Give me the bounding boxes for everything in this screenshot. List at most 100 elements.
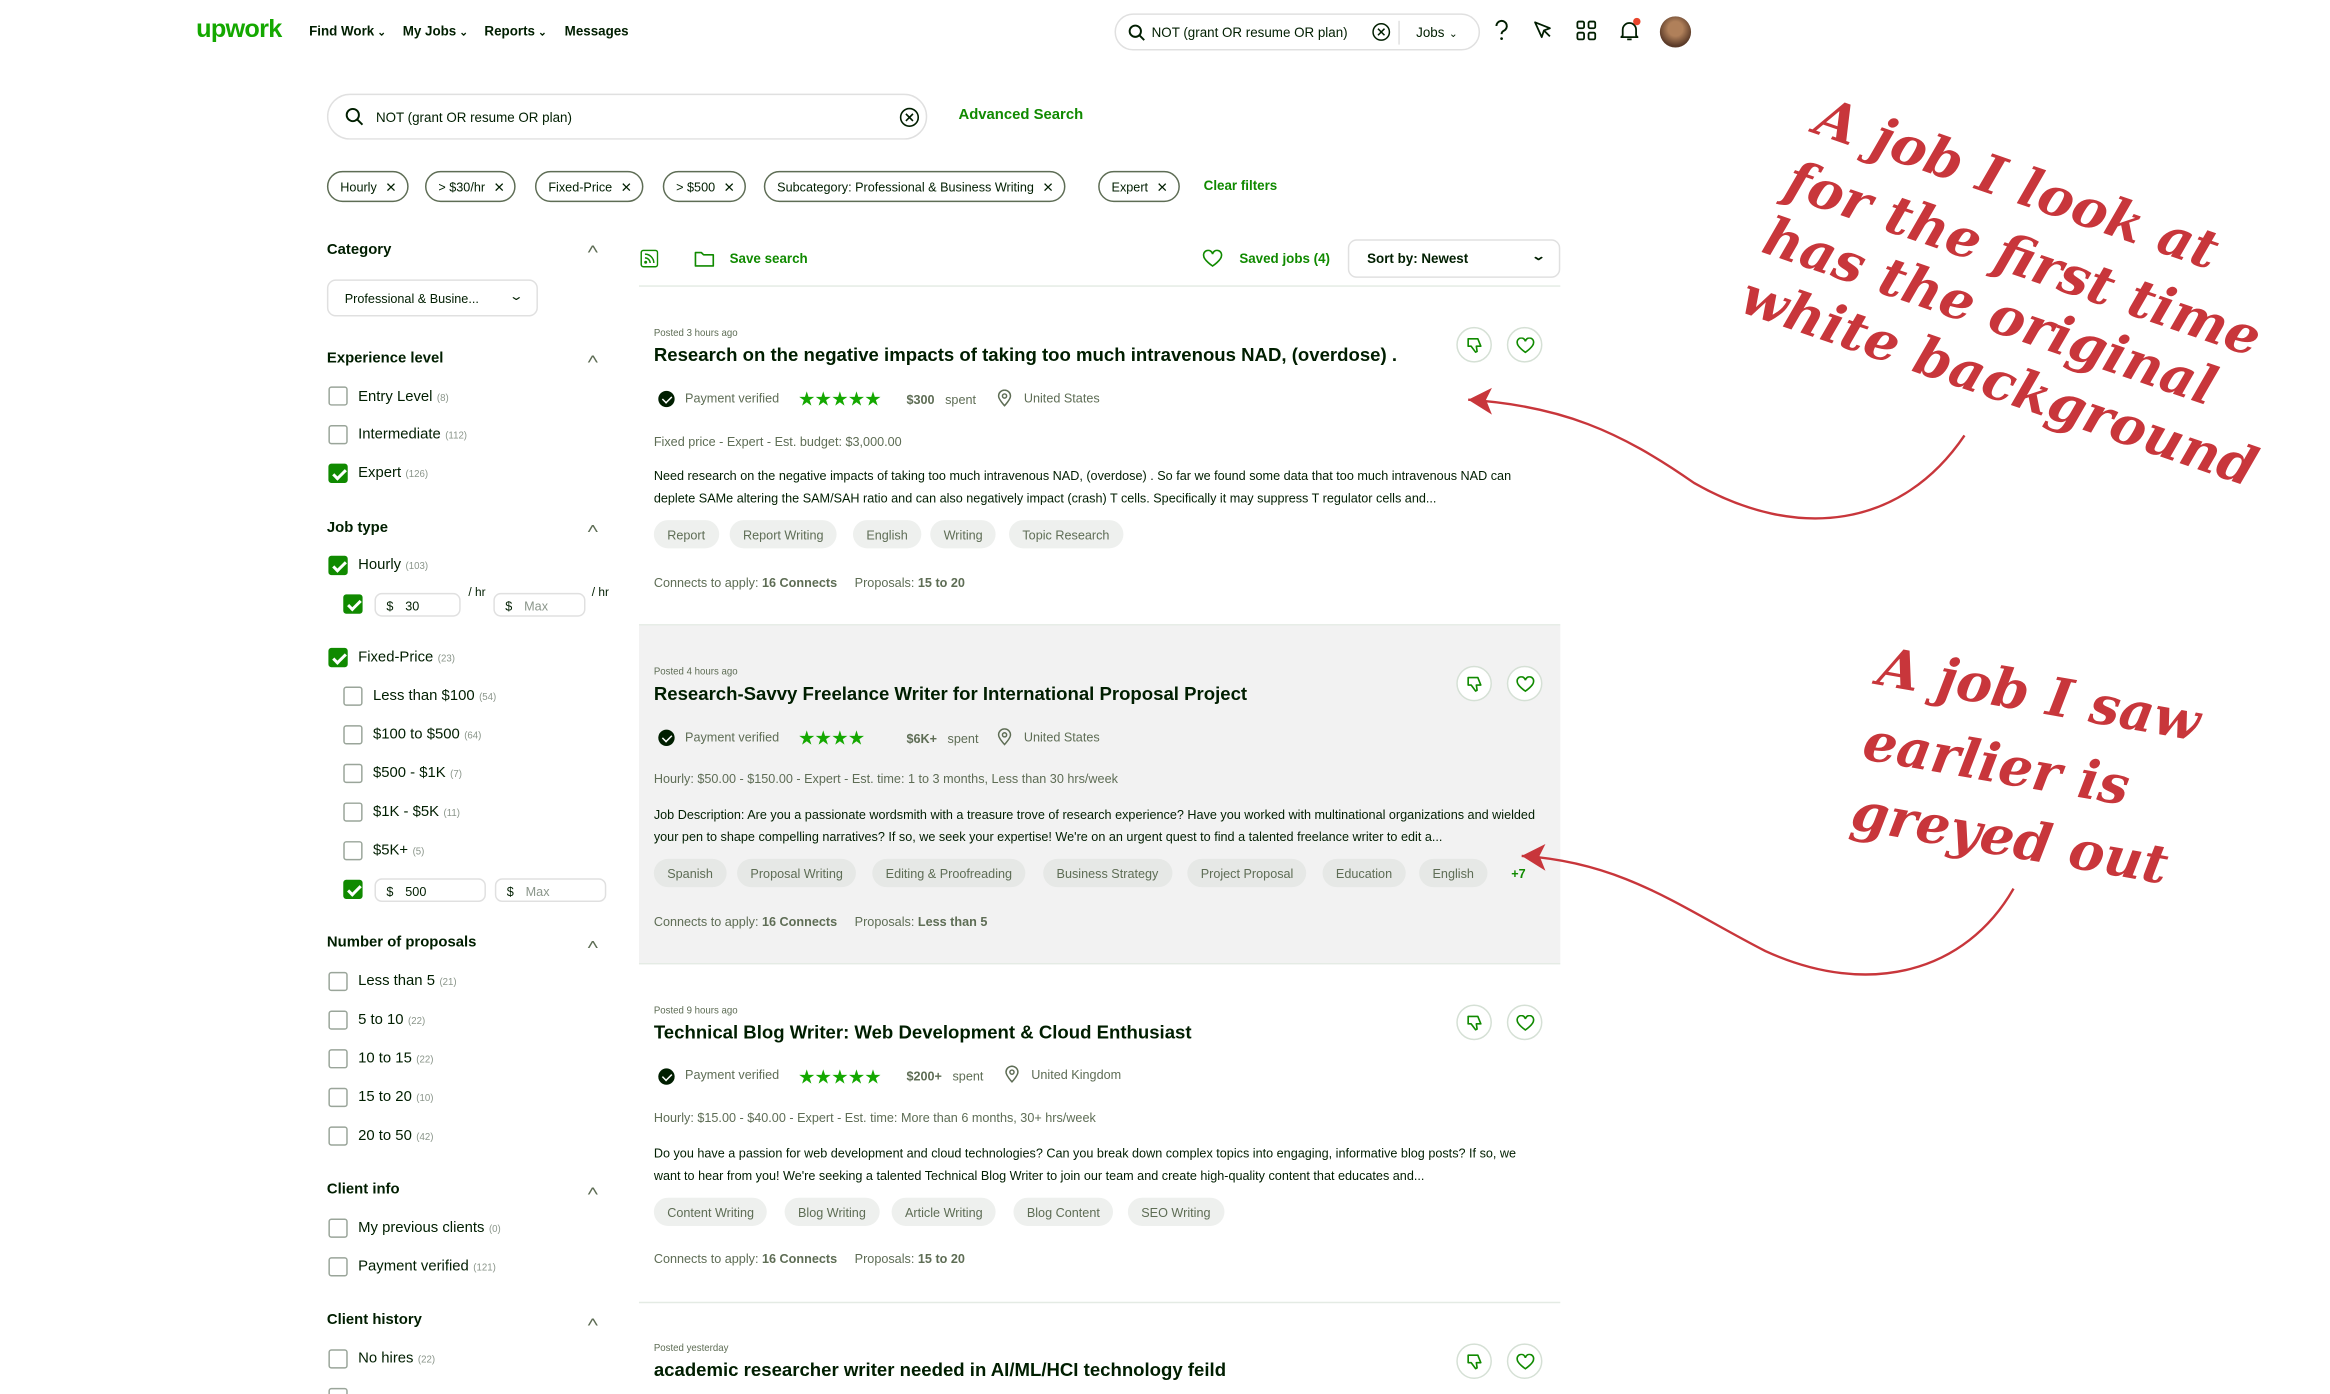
checkbox-hourly[interactable] [328,555,348,576]
collapse-chevron-icon[interactable]: ˄ [587,1184,599,1200]
sort-dropdown[interactable]: Sort by: Newest ⌄ [1347,239,1561,278]
nav-reports[interactable]: Reports ⌄ [484,24,546,39]
remove-chip-icon[interactable]: × [494,177,504,198]
main-search-bar[interactable]: NOT (grant OR resume OR plan) [326,93,928,140]
skill-tag[interactable]: Content Writing [653,1197,768,1226]
job-title[interactable]: Technical Blog Writer: Web Development &… [654,1022,1192,1043]
filter-chip-expert[interactable]: Expert × [1098,170,1180,203]
save-job-button[interactable] [1506,1004,1543,1041]
skill-tag[interactable]: Topic Research [1008,520,1123,549]
thumbs-down-button[interactable] [1456,665,1492,702]
checkbox-100-to-500[interactable] [343,725,363,745]
checkbox-fixed-price[interactable] [328,647,348,668]
thumbs-down-button[interactable] [1456,1343,1492,1380]
main-search-input[interactable]: NOT (grant OR resume OR plan) [376,110,572,125]
remove-chip-icon[interactable]: × [1157,177,1167,198]
thumbs-down-button[interactable] [1456,326,1492,363]
checkbox-less-than-5[interactable] [328,971,348,992]
save-job-button[interactable] [1506,326,1543,363]
skill-tag[interactable]: Blog Writing [784,1197,880,1226]
job-card-seen[interactable]: Posted 4 hours ago Research-Savvy Freela… [638,625,1561,963]
checkbox-15-to-20[interactable] [328,1087,348,1108]
job-title[interactable]: academic researcher writer needed in AI/… [654,1360,1226,1381]
remove-chip-icon[interactable]: × [621,177,631,198]
checkbox-no-hires[interactable] [328,1349,348,1369]
checkbox-entry-level[interactable] [328,386,348,406]
filter-chip-fixed-price[interactable]: Fixed-Price × [534,170,644,203]
checkbox-1k-to-5k[interactable] [343,802,363,822]
checkbox-less-than-100[interactable] [343,686,363,706]
skill-tag[interactable]: SEO Writing [1127,1197,1224,1226]
skill-tag[interactable]: Editing & Proofreading [872,858,1026,888]
checkbox-payment-verified[interactable] [328,1257,348,1277]
save-job-button[interactable] [1506,665,1543,702]
skill-tag[interactable]: Writing [930,520,997,549]
nav-messages[interactable]: Messages [565,24,629,39]
collapse-chevron-icon[interactable]: ˄ [587,242,599,258]
upwork-logo[interactable]: upwork [196,15,282,45]
search-icon [345,107,364,126]
clear-filters-link[interactable]: Clear filters [1204,178,1278,193]
skill-tag[interactable]: Spanish [653,858,727,888]
top-search-input[interactable]: NOT (grant OR resume OR plan) [1152,25,1348,40]
skill-tag[interactable]: Report [653,520,719,549]
checkbox-10-to-15[interactable] [328,1049,348,1069]
category-dropdown[interactable]: Professional & Busine... ⌄ [326,279,538,317]
skill-tag[interactable]: Project Proposal [1187,858,1307,888]
filter-chip-budget[interactable]: > $500 × [662,170,747,203]
checkbox-previous-clients[interactable] [328,1218,348,1238]
collapse-chevron-icon[interactable]: ˄ [587,352,599,368]
saved-jobs-link[interactable]: Saved jobs (4) [1239,251,1330,266]
job-title[interactable]: Research-Savvy Freelance Writer for Inte… [654,684,1247,705]
save-job-button[interactable] [1506,1343,1543,1380]
rss-icon[interactable] [640,249,659,268]
fixed-min-input[interactable]: $500 [374,878,486,903]
search-scope-dropdown[interactable]: Jobs ⌄ [1416,25,1457,40]
checkbox-expert[interactable] [328,463,348,483]
skill-tag[interactable]: Report Writing [729,520,837,549]
job-title[interactable]: Research on the negative impacts of taki… [654,345,1397,366]
top-search-bar[interactable]: NOT (grant OR resume OR plan) Jobs ⌄ [1114,13,1481,51]
job-card[interactable]: Posted yesterday academic researcher wri… [639,1303,1560,1394]
thumbs-down-button[interactable] [1456,1004,1492,1041]
checkbox-500-to-1k[interactable] [343,763,363,784]
checkbox-partial[interactable] [328,1387,348,1394]
filter-chip-rate[interactable]: > $30/hr × [424,170,517,203]
save-search-button[interactable]: Save search [730,251,808,266]
checkbox-intermediate[interactable] [328,424,348,445]
skill-tag[interactable]: English [1419,858,1488,888]
collapse-chevron-icon[interactable]: ˄ [587,938,599,954]
apps-grid-icon[interactable] [1575,19,1597,41]
collapse-chevron-icon[interactable]: ˄ [587,522,599,538]
checkbox-hourly-rate[interactable] [343,594,363,614]
fixed-max-input[interactable]: $ Max [494,878,607,903]
skill-tag[interactable]: Business Strategy [1043,858,1172,888]
clear-search-icon[interactable] [1372,22,1391,41]
collapse-chevron-icon[interactable]: ˄ [587,1315,599,1331]
skill-tag[interactable]: Blog Content [1013,1197,1114,1226]
clear-search-icon[interactable] [899,107,920,128]
checkbox-5k-plus[interactable] [343,841,363,861]
remove-chip-icon[interactable]: × [1043,177,1053,198]
remove-chip-icon[interactable]: × [724,177,734,198]
nav-my-jobs[interactable]: My Jobs ⌄ [403,24,468,39]
filter-chip-hourly[interactable]: Hourly × [326,170,409,203]
hourly-max-input[interactable]: $ Max [493,592,586,617]
filter-chip-subcategory[interactable]: Subcategory: Professional & Business Wri… [763,170,1066,203]
skill-tag[interactable]: Article Writing [891,1197,997,1226]
direct-contracts-icon[interactable] [1532,19,1554,41]
hourly-min-input[interactable]: $30 [374,592,461,617]
checkbox-fixed-range[interactable] [343,879,363,900]
job-card[interactable]: Posted 9 hours ago Technical Blog Writer… [639,964,1560,1301]
job-card[interactable]: Posted 3 hours ago Research on the negat… [639,287,1560,624]
skill-tag[interactable]: Education [1322,858,1406,888]
checkbox-5-to-10[interactable] [328,1010,348,1030]
checkbox-20-to-50[interactable] [328,1126,348,1146]
nav-find-work[interactable]: Find Work ⌄ [309,24,386,39]
avatar[interactable] [1659,16,1692,48]
skill-tag[interactable]: English [852,520,922,549]
help-icon[interactable] [1492,19,1511,41]
skill-tag[interactable]: Proposal Writing [737,858,857,888]
remove-chip-icon[interactable]: × [386,177,396,198]
advanced-search-link[interactable]: Advanced Search [958,107,1083,123]
